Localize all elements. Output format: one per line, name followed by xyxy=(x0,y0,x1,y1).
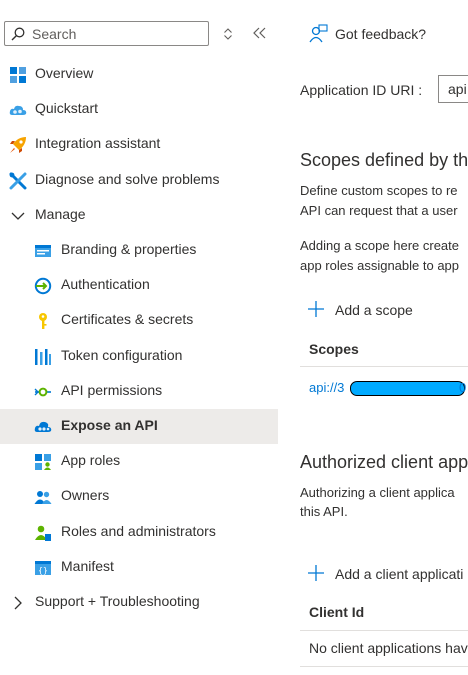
scopes-description-line: Adding a scope here create xyxy=(300,238,459,253)
sidebar-item-certificates[interactable]: Certificates & secrets xyxy=(0,303,278,338)
collapse-sidebar-icon[interactable] xyxy=(253,27,267,39)
chevron-down-icon xyxy=(11,212,25,220)
scope-row[interactable]: api://3 0 xyxy=(309,378,468,398)
sidebar-item-branding[interactable]: Branding & properties xyxy=(0,233,278,268)
no-clients-message: No client applications hav xyxy=(309,640,468,656)
feedback-label: Got feedback? xyxy=(335,26,427,42)
add-scope-label: Add a scope xyxy=(335,302,413,318)
app-id-uri-value: api xyxy=(448,81,467,97)
plus-icon xyxy=(308,565,324,581)
search-icon xyxy=(11,27,25,41)
owners-icon xyxy=(34,491,52,504)
scopes-column-header: Scopes xyxy=(309,341,359,357)
redaction-mark xyxy=(350,381,465,396)
sidebar-item-label: App roles xyxy=(61,452,121,468)
feedback-button[interactable]: Got feedback? xyxy=(300,22,440,46)
overview-grid-icon xyxy=(10,67,26,83)
sidebar-item-label: Roles and administrators xyxy=(61,523,216,539)
sidebar-item-quickstart[interactable]: Quickstart xyxy=(0,92,278,127)
scope-link[interactable]: api://3 xyxy=(309,380,344,395)
branding-icon xyxy=(35,245,51,257)
sidebar-item-label: Token configuration xyxy=(61,347,183,363)
scopes-heading: Scopes defined by thi xyxy=(300,150,468,170)
sidebar-item-label: API permissions xyxy=(61,382,163,398)
sidebar-item-label: Integration assistant xyxy=(35,135,161,151)
wrench-icon xyxy=(9,172,27,190)
plus-icon xyxy=(308,301,324,317)
key-icon xyxy=(39,313,47,329)
sort-icon[interactable] xyxy=(223,27,233,41)
roles-admin-icon xyxy=(35,525,51,541)
sidebar-item-expose-an-api[interactable]: Expose an API xyxy=(0,409,278,444)
scopes-description-line: Define custom scopes to re xyxy=(300,183,458,198)
table-divider xyxy=(300,666,468,667)
authorized-description-line: Authorizing a client applica xyxy=(300,485,455,500)
sidebar-group-support[interactable]: Support + Troubleshooting xyxy=(0,585,278,620)
svg-text:{}: {} xyxy=(38,566,48,575)
sidebar-item-label: Manifest xyxy=(61,558,114,574)
authentication-icon xyxy=(34,277,52,295)
authorized-clients-heading: Authorized client app xyxy=(300,452,468,472)
sidebar-group-manage[interactable]: Manage xyxy=(0,198,278,233)
token-bars-icon xyxy=(35,349,51,365)
sidebar-item-overview[interactable]: Overview xyxy=(0,57,278,92)
table-divider xyxy=(300,630,468,631)
cloud-api-icon xyxy=(34,421,52,432)
api-permissions-icon xyxy=(34,387,51,397)
sidebar-nav: Search Overview Quickstart Integration a… xyxy=(0,0,278,675)
sidebar-item-app-roles[interactable]: App roles xyxy=(0,444,278,479)
sidebar-item-label: Authentication xyxy=(61,276,150,292)
sidebar-item-diagnose[interactable]: Diagnose and solve problems xyxy=(0,163,278,198)
sidebar-item-label: Certificates & secrets xyxy=(61,311,194,327)
sidebar-item-label: Owners xyxy=(61,487,110,503)
sidebar-item-label: Diagnose and solve problems xyxy=(35,171,220,187)
client-id-column-header: Client Id xyxy=(309,604,365,620)
table-divider xyxy=(300,366,468,367)
sidebar-item-label: Expose an API xyxy=(61,417,158,433)
sidebar-item-label: Support + Troubleshooting xyxy=(35,593,200,609)
sidebar-item-integration-assistant[interactable]: Integration assistant xyxy=(0,127,278,162)
search-input[interactable]: Search xyxy=(4,21,209,46)
main-content: Got feedback? Application ID URI : api S… xyxy=(278,0,468,675)
sidebar-item-roles-administrators[interactable]: Roles and administrators xyxy=(0,515,278,550)
scope-link-tail: 0 xyxy=(459,380,467,395)
search-placeholder: Search xyxy=(32,26,77,42)
manifest-icon: {} xyxy=(35,561,51,575)
sidebar-item-manifest[interactable]: {} Manifest xyxy=(0,550,278,585)
add-client-application-button[interactable]: Add a client applicati xyxy=(306,562,468,586)
search-row: Search xyxy=(4,21,278,49)
rocket-icon xyxy=(10,137,26,153)
scopes-description-line: API can request that a user xyxy=(300,203,458,218)
sidebar-item-label: Branding & properties xyxy=(61,241,197,257)
chevron-right-icon xyxy=(14,596,22,610)
sidebar-item-label: Quickstart xyxy=(35,100,99,116)
feedback-person-icon xyxy=(309,24,328,43)
sidebar-item-authentication[interactable]: Authentication xyxy=(0,268,278,303)
app-roles-icon xyxy=(35,454,51,470)
add-scope-button[interactable]: Add a scope xyxy=(306,298,466,322)
sidebar-item-api-permissions[interactable]: API permissions xyxy=(0,374,278,409)
app-id-uri-label: Application ID URI : xyxy=(300,82,423,98)
add-client-label: Add a client applicati xyxy=(335,566,464,582)
scopes-description-line: app roles assignable to app xyxy=(300,258,460,273)
sidebar-item-label: Overview xyxy=(35,65,94,81)
sidebar-item-token-configuration[interactable]: Token configuration xyxy=(0,339,278,374)
sidebar-item-label: Manage xyxy=(35,206,86,222)
sidebar-item-owners[interactable]: Owners xyxy=(0,479,278,514)
authorized-description-line: this API. xyxy=(300,504,348,519)
app-id-uri-field[interactable]: api xyxy=(438,75,468,103)
quickstart-cloud-icon xyxy=(9,105,27,115)
